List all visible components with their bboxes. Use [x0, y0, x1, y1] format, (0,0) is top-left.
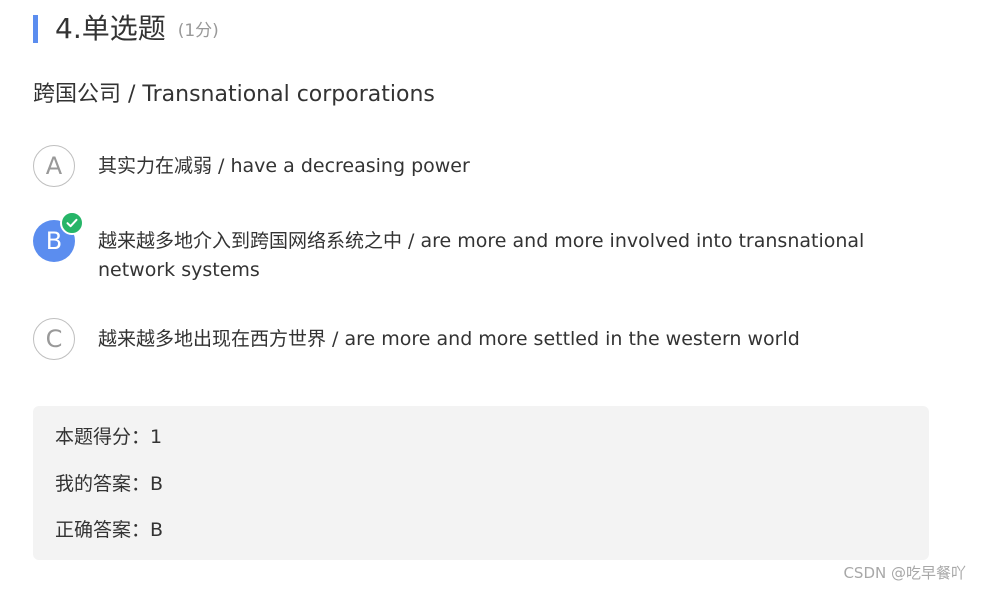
option-b-text[interactable]: 越来越多地介入到跨国网络系统之中 / are more and more inv…	[98, 227, 923, 285]
check-icon	[60, 211, 84, 235]
result-panel: 本题得分：1 我的答案：B 正确答案：B	[33, 406, 929, 560]
watermark: CSDN @吃早餐吖	[843, 564, 966, 582]
question-score: (1分)	[177, 21, 219, 41]
score-result: 本题得分：1	[55, 426, 163, 448]
question-title: 4.单选题	[55, 12, 166, 45]
accent-bar	[33, 15, 38, 43]
correct-answer: 正确答案：B	[55, 519, 164, 541]
my-answer: 我的答案：B	[55, 473, 164, 495]
option-c-text[interactable]: 越来越多地出现在西方世界 / are more and more settled…	[98, 325, 923, 354]
option-c-circle[interactable]: C	[33, 318, 75, 360]
question-header: 4.单选题 (1分)	[33, 12, 219, 46]
question-stem: 跨国公司 / Transnational corporations	[33, 82, 435, 107]
option-a-text[interactable]: 其实力在减弱 / have a decreasing power	[98, 152, 923, 181]
option-a-circle[interactable]: A	[33, 145, 75, 187]
